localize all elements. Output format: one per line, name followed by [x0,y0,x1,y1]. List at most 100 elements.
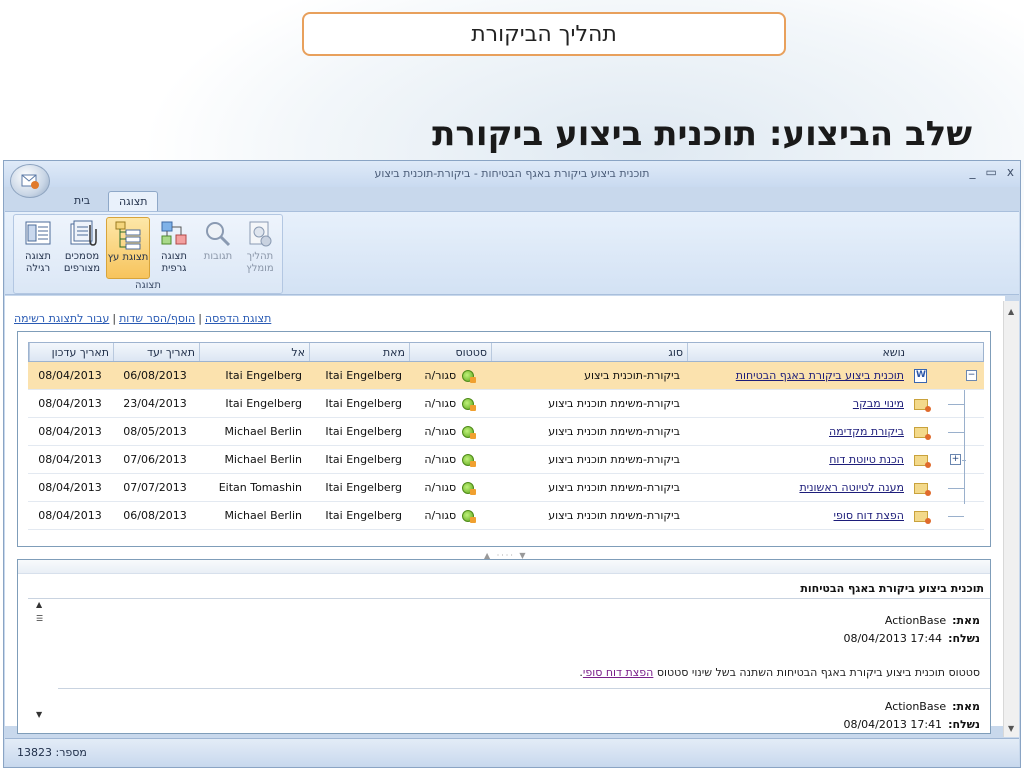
scroll-menu-icon[interactable]: ☰ [36,614,43,623]
document-icon [914,369,927,383]
expand-icon[interactable]: + [950,454,961,465]
scroll-up-icon[interactable]: ▲ [1008,307,1014,316]
attachments-button[interactable]: מסמכים מצורפים [60,217,104,279]
final-report-link[interactable]: הפצת דוח סופי [583,666,653,679]
graphic-view-label: תצוגה גרפית [161,251,187,274]
col-header-type[interactable]: סוג [491,343,687,361]
tab-view[interactable]: תצוגה [108,191,159,211]
cell-icon [908,418,938,445]
graphic-view-button[interactable]: תצוגה גרפית [152,217,196,279]
preview-body: סטטוס תוכנית ביצוע ביקורת באגף הבטיחות ה… [579,666,980,679]
window-controls: _ ▭ x [970,165,1014,179]
add-remove-fields-link[interactable]: הוסף/הסר שדות [119,312,195,325]
table-row[interactable]: 08/04/2013 08/05/2013 Michael Berlin Ita… [28,418,984,446]
cell-type: ביקורת-משימת תוכנית ביצוע [548,481,680,494]
tree-connector [948,516,964,517]
scroll-down-icon[interactable]: ▼ [36,710,42,719]
close-icon[interactable]: x [1007,165,1014,179]
cell-icon [908,362,938,389]
grid-header: תאריך עדכון תאריך יעד אל מאת סטטוס סוג נ… [28,342,984,362]
cell-tree: + [938,446,984,473]
scroll-up-icon[interactable]: ▲ [36,600,42,609]
table-row[interactable]: 08/04/2013 06/08/2013 Michael Berlin Ita… [28,502,984,530]
subject-link[interactable]: תוכנית ביצוע ביקורת באגף הבטיחות [736,369,904,382]
app-window: תוכנית ביצוע ביקורת באגף הבטיחות - ביקור… [3,160,1021,768]
maximize-icon[interactable]: ▭ [986,165,997,179]
cell-type: ביקורת-משימת תוכנית ביצוע [548,425,680,438]
cell-updated: 08/04/2013 [38,453,102,466]
subject-link[interactable]: מינוי מבקר [853,397,904,410]
cell-type: ביקורת-משימת תוכנית ביצוע [548,509,680,522]
task-mail-icon [914,399,931,412]
preview-scrollbar[interactable]: ▲ ☰ ▼ [34,600,48,730]
tree-connector [962,460,966,461]
subject-link[interactable]: ביקורת מקדימה [829,425,904,438]
cell-status: סגור/ה [408,362,490,389]
col-header-subject[interactable]: נושא [687,343,909,361]
cell-icon [908,502,938,529]
table-row[interactable]: 08/04/2013 07/07/2013 Eitan Tomashin Ita… [28,474,984,502]
col-header-from[interactable]: מאת [309,343,409,361]
title-bar: תוכנית ביצוע ביקורת באגף הבטיחות - ביקור… [4,161,1020,187]
closed-status-icon [461,398,476,411]
tree-connector [948,404,964,405]
recommended-process-button[interactable]: תהליך מומלץ [238,217,282,279]
subject-link[interactable]: מענה לטיוטה ראשונית [799,481,904,494]
task-mail-icon [914,427,931,440]
print-view-link[interactable]: תצוגת הדפסה [205,312,271,325]
cell-type: ביקורת-משימת תוכנית ביצוע [548,453,680,466]
preview-divider [28,598,990,599]
graphic-view-icon [161,221,187,245]
preview-sent-2: נשלח: 17:41 08/04/2013 [843,718,980,731]
table-row[interactable]: 08/04/2013 23/04/2013 Itai Engelberg Ita… [28,390,984,418]
preview-pane: תוכנית ביצוע ביקורת באגף הבטיחות מאת: Act… [17,559,991,734]
task-mail-icon [914,511,931,524]
preview-subject: תוכנית ביצוע ביקורת באגף הבטיחות [800,582,984,595]
slide-heading: שלב הביצוע: תוכנית ביצוע ביקורת [432,114,972,154]
col-header-to[interactable]: אל [199,343,309,361]
cell-due: 07/07/2013 [123,481,187,494]
col-header-tree [939,343,985,361]
cell-from: Itai Engelberg [325,481,402,494]
cell-updated: 08/04/2013 [38,397,102,410]
ribbon-group-view: תצוגה רגילה מסמכים מצורפים תצוגת עץ תצוג… [13,214,283,294]
window-title: תוכנית ביצוע ביקורת באגף הבטיחות - ביקור… [374,167,650,180]
view-links: תצוגת הדפסה|הוסף/הסר שדות|עבור לתצוגת רש… [14,312,272,325]
collapse-icon[interactable]: − [966,370,977,381]
col-header-status[interactable]: סטטוס [409,343,491,361]
cell-updated: 08/04/2013 [38,509,102,522]
minimize-icon[interactable]: _ [970,165,976,179]
slide-title-box: תהליך הביקורת [302,12,786,56]
cell-to: Itai Engelberg [225,397,302,410]
main-scrollbar[interactable]: ▲ ▼ [1003,301,1019,737]
tree-view-button[interactable]: תצוגת עץ [106,217,150,279]
sent-value: 17:41 08/04/2013 [843,718,943,731]
from-label: מאת: [952,614,980,627]
cell-due: 23/04/2013 [123,397,187,410]
normal-view-button[interactable]: תצוגה רגילה [16,217,60,279]
cell-subject: תוכנית ביצוע ביקורת באגף הבטיחות [686,362,908,389]
closed-status-icon [461,426,476,439]
app-menu-button[interactable] [10,164,50,198]
cell-type: ביקורת-משימת תוכנית ביצוע [548,397,680,410]
sent-label: נשלח: [948,718,980,731]
table-row[interactable]: 08/04/2013 07/06/2013 Michael Berlin Ita… [28,446,984,474]
table-row[interactable]: 08/04/2013 06/08/2013 Itai Engelberg Ita… [28,362,984,390]
cell-from: Itai Engelberg [325,453,402,466]
grid-body: תאריך עדכון תאריך יעד אל מאת סטטוס סוג נ… [28,342,984,530]
scroll-down-icon[interactable]: ▼ [1008,724,1014,733]
subject-link[interactable]: הפצת דוח סופי [834,509,904,522]
col-header-due[interactable]: תאריך יעד [113,343,199,361]
cell-due: 06/08/2013 [123,509,187,522]
tab-home[interactable]: בית [64,191,100,211]
cell-updated: 08/04/2013 [38,481,102,494]
closed-status-icon [461,370,476,383]
subject-link[interactable]: הכנת טיוטת דוח [829,453,904,466]
preview-sent: נשלח: 17:44 08/04/2013 [843,632,980,645]
cell-to: Michael Berlin [224,509,302,522]
cell-to: Michael Berlin [224,453,302,466]
comments-button[interactable]: תגובות [196,217,240,279]
cell-updated: 08/04/2013 [38,369,102,382]
col-header-updated[interactable]: תאריך עדכון [29,343,113,361]
switch-list-view-link[interactable]: עבור לתצוגת רשימה [14,312,109,325]
